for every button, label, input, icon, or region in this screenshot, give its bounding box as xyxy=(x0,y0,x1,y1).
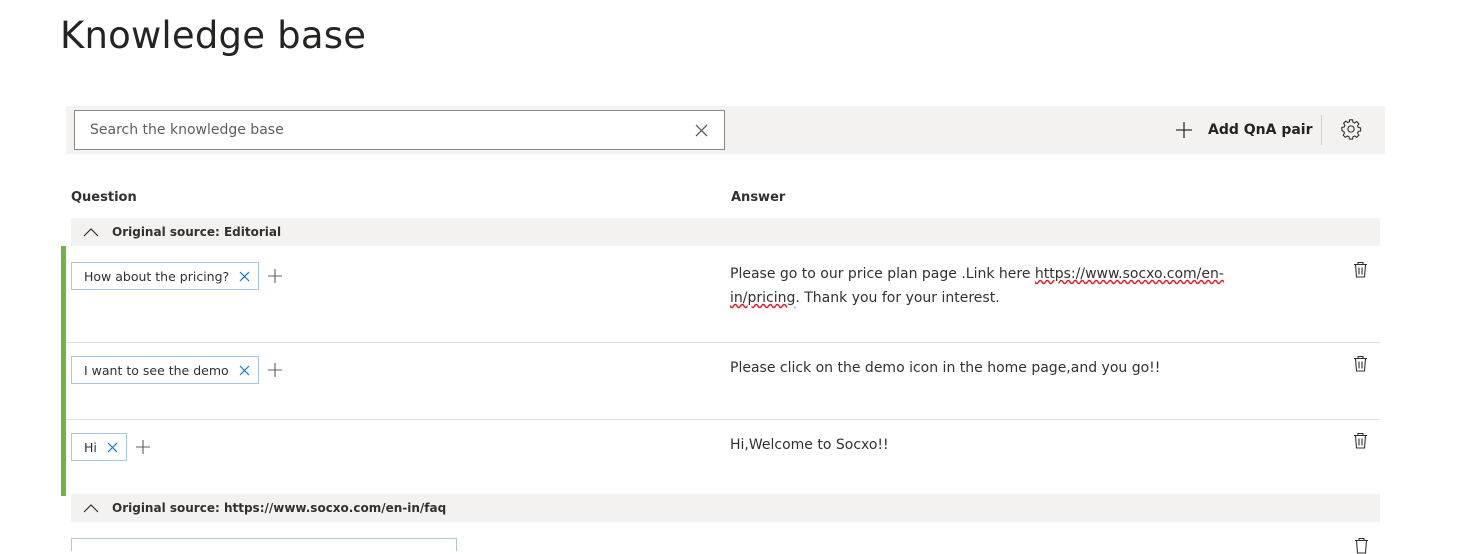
add-qna-pair-button[interactable]: Add QnA pair xyxy=(1176,116,1313,144)
answer-text[interactable]: Please go to our price plan page .Link h… xyxy=(730,262,1240,310)
qna-row: I want to see the demo Please click on t… xyxy=(66,340,1380,420)
settings-gear-icon[interactable] xyxy=(1340,118,1362,140)
chevron-up-icon xyxy=(83,504,99,513)
close-icon[interactable] xyxy=(107,442,118,453)
toolbar: Add QnA pair xyxy=(66,106,1385,154)
group-title: Original source: Editorial xyxy=(112,225,282,239)
plus-icon[interactable] xyxy=(135,440,150,454)
answer-text[interactable]: Please click on the demo icon in the hom… xyxy=(730,356,1330,380)
question-text: Hi xyxy=(84,439,97,455)
group-title: Original source: https://www.socxo.com/e… xyxy=(112,501,447,515)
search-input[interactable] xyxy=(90,111,680,149)
page-title: Knowledge base xyxy=(60,14,367,57)
search-box xyxy=(74,110,725,150)
answer-column-header: Answer xyxy=(731,190,786,205)
plus-icon[interactable] xyxy=(268,269,283,283)
group-header-faq[interactable]: Original source: https://www.socxo.com/e… xyxy=(71,494,1380,522)
close-icon[interactable] xyxy=(239,271,250,282)
question-chip: I want to see the demo xyxy=(71,356,259,384)
answer-text-part: . Thank you for your interest. xyxy=(795,290,1000,306)
plus-icon[interactable] xyxy=(267,363,282,377)
add-qna-pair-label: Add QnA pair xyxy=(1208,122,1313,138)
question-column-header: Question xyxy=(71,190,137,205)
close-icon[interactable] xyxy=(239,365,250,376)
trash-icon[interactable] xyxy=(1354,537,1369,554)
trash-icon[interactable] xyxy=(1353,432,1368,449)
chevron-up-icon xyxy=(83,228,99,237)
question-chip: Hi xyxy=(71,433,127,461)
answer-text-part: Please go to our price plan page .Link h… xyxy=(730,266,1035,282)
qna-row: How about the pricing? Please go to our … xyxy=(66,246,1380,343)
qna-row: Hi Hi,Welcome to Socxo!! xyxy=(66,417,1380,495)
close-icon[interactable] xyxy=(695,124,708,137)
plus-icon xyxy=(1176,122,1192,138)
question-chip[interactable] xyxy=(71,538,457,551)
trash-icon[interactable] xyxy=(1353,355,1368,372)
question-text: I want to see the demo xyxy=(84,362,229,378)
toolbar-divider xyxy=(1321,115,1322,145)
question-text: How about the pricing? xyxy=(84,268,230,284)
question-chip: How about the pricing? xyxy=(71,262,260,290)
trash-icon[interactable] xyxy=(1353,261,1368,278)
answer-text[interactable]: Hi,Welcome to Socxo!! xyxy=(730,433,1240,457)
group-header-editorial[interactable]: Original source: Editorial xyxy=(71,218,1380,246)
